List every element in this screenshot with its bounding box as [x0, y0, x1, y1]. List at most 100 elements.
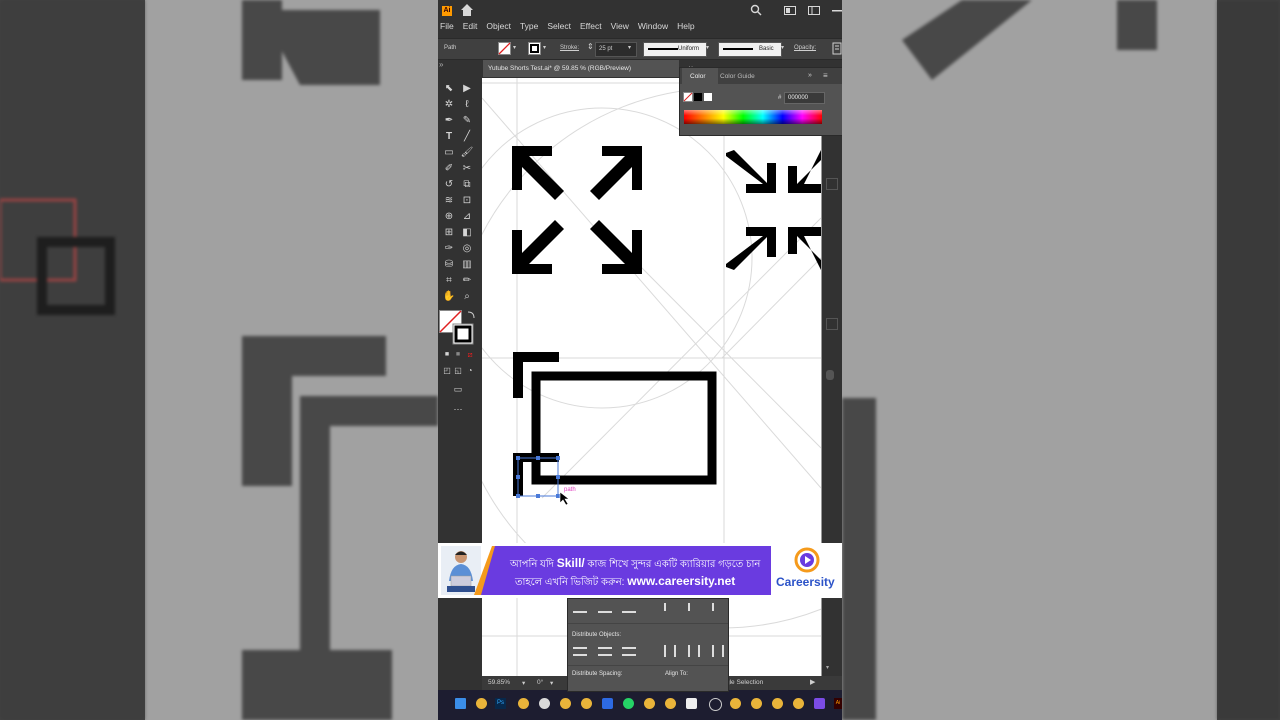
- chevron-down-icon[interactable]: ▾: [543, 44, 546, 51]
- eyedropper-tool-icon[interactable]: ✑: [442, 242, 456, 256]
- distribute-center-icon[interactable]: [598, 647, 612, 656]
- brush-definition[interactable]: Basic: [718, 42, 782, 57]
- direct-selection-tool-icon[interactable]: ▶: [460, 82, 474, 96]
- menu-object[interactable]: Object: [486, 21, 511, 35]
- menu-file[interactable]: File: [440, 21, 454, 35]
- chrome-icon[interactable]: [751, 698, 762, 709]
- teams-icon[interactable]: [814, 698, 825, 709]
- dock-panel-icon[interactable]: [826, 178, 838, 190]
- distribute-left-icon[interactable]: [664, 645, 676, 657]
- distribute-bottom-icon[interactable]: [622, 647, 636, 656]
- slice-tool-icon[interactable]: ✏: [460, 274, 474, 288]
- tab-color-guide[interactable]: Color Guide: [720, 73, 755, 80]
- distribute-hcenter-icon[interactable]: [688, 645, 700, 657]
- file-explorer-icon[interactable]: [455, 698, 466, 709]
- dock-panel-icon[interactable]: [826, 318, 838, 330]
- illustrator-taskbar-icon[interactable]: Ai: [834, 698, 842, 709]
- chrome-icon[interactable]: [476, 698, 487, 709]
- fill-stroke-mini-icon[interactable]: [683, 92, 715, 104]
- chat-icon[interactable]: [539, 698, 550, 709]
- photoshop-icon[interactable]: Ps: [495, 698, 506, 709]
- menu-help[interactable]: Help: [677, 21, 694, 35]
- align-middle-icon[interactable]: [688, 603, 704, 611]
- chrome-icon[interactable]: [644, 698, 655, 709]
- home-icon[interactable]: [460, 3, 474, 17]
- gradient-tool-icon[interactable]: ◧: [460, 226, 474, 240]
- stepper-icon[interactable]: ⇕: [587, 42, 594, 51]
- collapse-panel-icon[interactable]: »: [808, 72, 812, 79]
- arrange-documents-icon[interactable]: [784, 6, 796, 15]
- chevron-down-icon[interactable]: ▾: [513, 44, 516, 51]
- scrollbar-thumb[interactable]: [826, 370, 834, 380]
- hand-tool-icon[interactable]: ✋: [442, 290, 456, 304]
- chrome-icon[interactable]: [793, 698, 804, 709]
- line-tool-icon[interactable]: ╱: [460, 130, 474, 144]
- chevron-down-icon[interactable]: ▾: [550, 679, 553, 687]
- lasso-tool-icon[interactable]: ℓ: [460, 98, 474, 112]
- draw-inside-icon[interactable]: ◔: [463, 364, 477, 378]
- symbol-sprayer-tool-icon[interactable]: ⛁: [442, 258, 456, 272]
- free-transform-tool-icon[interactable]: ⊡: [460, 194, 474, 208]
- chrome-icon[interactable]: [730, 698, 741, 709]
- screen-mode-icon[interactable]: ▭: [451, 382, 465, 396]
- panel-menu-icon[interactable]: [832, 42, 842, 55]
- app-icon[interactable]: [686, 698, 697, 709]
- play-icon[interactable]: ▶: [810, 678, 815, 686]
- settings-icon[interactable]: [709, 698, 722, 711]
- zoom-level[interactable]: 59.85%: [488, 679, 510, 686]
- zoom-app-icon[interactable]: [602, 698, 613, 709]
- whatsapp-icon[interactable]: [623, 698, 634, 709]
- align-top-icon[interactable]: [664, 603, 680, 611]
- mesh-tool-icon[interactable]: ⊞: [442, 226, 456, 240]
- blend-tool-icon[interactable]: ◎: [460, 242, 474, 256]
- shape-builder-tool-icon[interactable]: ⊕: [442, 210, 456, 224]
- current-tool-status[interactable]: gle Selection: [726, 679, 763, 686]
- menu-window[interactable]: Window: [638, 21, 668, 35]
- menu-type[interactable]: Type: [520, 21, 538, 35]
- opacity-label[interactable]: Opacity:: [794, 45, 816, 51]
- stroke-swatch-icon[interactable]: [528, 42, 541, 55]
- chrome-icon[interactable]: [560, 698, 571, 709]
- rotate-tool-icon[interactable]: ↺: [442, 178, 456, 192]
- align-center-icon[interactable]: [598, 605, 612, 613]
- panel-menu-icon[interactable]: ≡: [823, 71, 828, 80]
- perspective-grid-tool-icon[interactable]: ⊿: [460, 210, 474, 224]
- rectangle-tool-icon[interactable]: ▭: [442, 146, 456, 160]
- menu-view[interactable]: View: [611, 21, 629, 35]
- shaper-tool-icon[interactable]: ✐: [442, 162, 456, 176]
- curvature-tool-icon[interactable]: ✎: [460, 114, 474, 128]
- distribute-right-icon[interactable]: [712, 645, 724, 657]
- pen-tool-icon[interactable]: ✒: [442, 114, 456, 128]
- hex-input[interactable]: 000000: [784, 92, 825, 104]
- width-tool-icon[interactable]: ≋: [442, 194, 456, 208]
- chrome-icon[interactable]: [581, 698, 592, 709]
- chevron-down-icon[interactable]: ▾: [628, 44, 631, 51]
- artboard-tool-icon[interactable]: ⌗: [442, 274, 456, 288]
- collapse-panel-icon[interactable]: »: [439, 60, 443, 69]
- chrome-icon[interactable]: [518, 698, 529, 709]
- chrome-icon[interactable]: [665, 698, 676, 709]
- none-mode-icon[interactable]: ⧄: [463, 348, 477, 362]
- color-spectrum[interactable]: [684, 110, 822, 124]
- document-tab[interactable]: Yutube Shorts Test.ai* @ 59.85 % (RGB/Pr…: [483, 60, 693, 77]
- chrome-icon[interactable]: [772, 698, 783, 709]
- menu-select[interactable]: Select: [547, 21, 571, 35]
- tab-color[interactable]: Color: [690, 73, 706, 80]
- chevron-down-icon[interactable]: ▾: [522, 679, 525, 687]
- chevron-down-icon[interactable]: ▾: [706, 44, 709, 51]
- scissors-tool-icon[interactable]: ✂: [460, 162, 474, 176]
- fill-stroke-swatches[interactable]: [439, 310, 479, 346]
- align-left-icon[interactable]: [573, 605, 587, 613]
- selection-tool-icon[interactable]: ⬉: [442, 82, 456, 96]
- paintbrush-tool-icon[interactable]: 🖌: [460, 146, 474, 160]
- variable-width-profile[interactable]: Uniform: [643, 42, 707, 57]
- type-tool-icon[interactable]: T: [442, 130, 456, 144]
- workspace-icon[interactable]: [808, 6, 820, 15]
- fill-swatch-none-icon[interactable]: [498, 42, 511, 55]
- more-tools-icon[interactable]: ⋯: [451, 402, 465, 416]
- rotation-value[interactable]: 0°: [537, 679, 543, 686]
- scroll-down-icon[interactable]: ▾: [826, 664, 829, 671]
- align-bottom-icon[interactable]: [712, 603, 728, 611]
- menu-edit[interactable]: Edit: [463, 21, 478, 35]
- promo-banner[interactable]: আপনি যদি Skill/ কাজ শিখে সুন্দর একটি ক্য…: [438, 543, 842, 598]
